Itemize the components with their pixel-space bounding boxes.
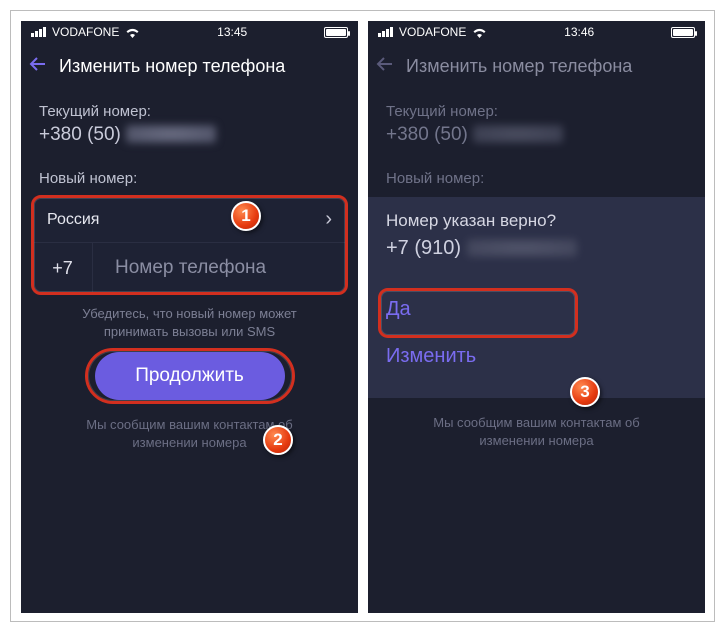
app-bar: Изменить номер телефона	[21, 43, 358, 89]
current-number-label: Текущий номер:	[368, 89, 705, 124]
current-number-label: Текущий номер:	[21, 89, 358, 124]
page-title: Изменить номер телефона	[59, 56, 285, 77]
country-selector[interactable]: Россия ›	[33, 197, 346, 243]
phone-input-row[interactable]: +7 Номер телефона	[33, 243, 346, 293]
phone-input[interactable]: Номер телефона	[93, 257, 346, 279]
current-number-value: +380 (50)	[21, 124, 358, 156]
phone-screen-step2: VODAFONE 13:46 Изменить номер телефона Т…	[368, 21, 705, 613]
new-number-label: Новый номер:	[368, 156, 705, 191]
clock-label: 13:46	[564, 25, 594, 39]
change-button[interactable]: Изменить	[386, 333, 687, 380]
page-title: Изменить номер телефона	[406, 56, 632, 77]
help-text: Убедитесь, что новый номер может принима…	[21, 293, 358, 348]
wifi-icon	[125, 27, 140, 38]
continue-button[interactable]: Продолжить	[95, 352, 285, 400]
clock-label: 13:45	[217, 25, 247, 39]
footer-note: Мы сообщим вашим контактам об изменении …	[368, 398, 705, 450]
wifi-icon	[472, 27, 487, 38]
back-icon[interactable]	[376, 53, 406, 79]
battery-icon	[671, 27, 695, 38]
yes-button[interactable]: Да	[386, 286, 687, 333]
carrier-label: VODAFONE	[399, 25, 466, 39]
step-badge-3: 3	[570, 377, 600, 407]
chevron-right-icon: ›	[325, 208, 332, 231]
step-badge-1: 1	[231, 201, 261, 231]
country-code: +7	[33, 243, 93, 293]
phone-screen-step1: VODAFONE 13:45 Изменить номер телефона Т…	[21, 21, 358, 613]
country-name: Россия	[47, 211, 99, 229]
battery-icon	[324, 27, 348, 38]
footer-note: Мы сообщим вашим контактам об изменении …	[21, 400, 358, 452]
back-icon[interactable]	[29, 53, 59, 79]
app-bar: Изменить номер телефона	[368, 43, 705, 89]
step-badge-2: 2	[263, 425, 293, 455]
status-bar: VODAFONE 13:46	[368, 21, 705, 43]
screenshot-frame: VODAFONE 13:45 Изменить номер телефона Т…	[10, 10, 715, 622]
confirm-question: Номер указан верно?	[386, 211, 687, 231]
confirm-panel: Номер указан верно? +7 (910) Да Изменить	[368, 197, 705, 398]
new-number-input-group: Россия › +7 Номер телефона	[33, 197, 346, 293]
new-number-label: Новый номер:	[21, 156, 358, 191]
signal-icon	[31, 27, 46, 37]
signal-icon	[378, 27, 393, 37]
confirm-number: +7 (910)	[386, 237, 687, 260]
carrier-label: VODAFONE	[52, 25, 119, 39]
status-bar: VODAFONE 13:45	[21, 21, 358, 43]
current-number-value: +380 (50)	[368, 124, 705, 156]
